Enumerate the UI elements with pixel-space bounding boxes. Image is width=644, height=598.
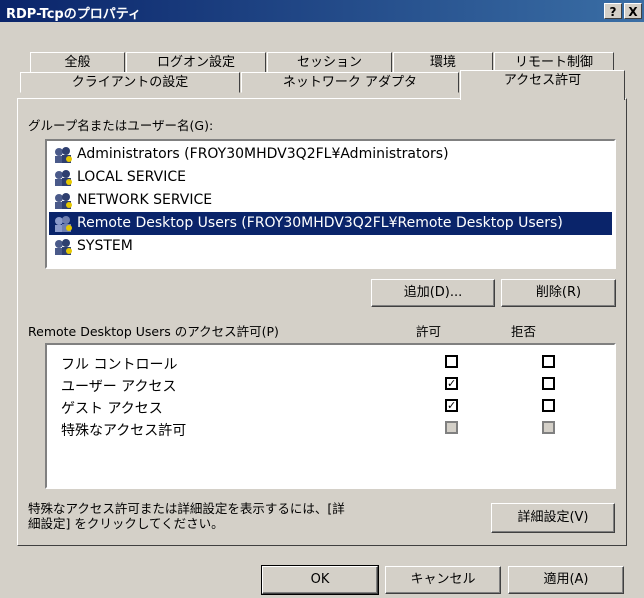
advanced-hint: 特殊なアクセス許可または詳細設定を表示するには、[詳 細設定] をクリックしてく… [28, 501, 345, 531]
group-name: NETWORK SERVICE [77, 192, 213, 208]
help-button[interactable]: ? [604, 3, 622, 19]
list-item[interactable]: LOCAL SERVICE [49, 166, 612, 189]
permission-row: フル コントロール [47, 352, 614, 374]
group-name: Remote Desktop Users (FROY30MHDV3Q2FL¥Re… [77, 215, 563, 231]
allow-checkbox-disabled [445, 421, 458, 434]
permission-name: 特殊なアクセス許可 [61, 423, 187, 439]
tab-general[interactable]: 全般 [30, 52, 125, 73]
list-item[interactable]: NETWORK SERVICE [49, 189, 612, 212]
properties-dialog: RDP-Tcpのプロパティ ? X 全般 ログオン設定 セッション 環境 リモー… [0, 0, 644, 598]
ok-button[interactable]: OK [261, 565, 379, 595]
group-name: LOCAL SERVICE [77, 169, 186, 185]
window-title: RDP-Tcpのプロパティ [6, 7, 141, 22]
user-group-icon [55, 216, 72, 232]
tab-client-settings[interactable]: クライアントの設定 [20, 72, 240, 93]
list-item[interactable]: Administrators (FROY30MHDV3Q2FL¥Administ… [49, 143, 612, 166]
allow-checkbox[interactable]: ✓ [445, 377, 458, 390]
user-group-icon [55, 170, 72, 186]
tab-network-adapter[interactable]: ネットワーク アダプタ [241, 72, 459, 93]
advanced-button[interactable]: 詳細設定(V) [491, 503, 615, 533]
allow-header: 許可 [416, 324, 442, 339]
add-button[interactable]: 追加(D)... [371, 279, 495, 307]
user-group-icon [55, 239, 72, 255]
permissions-list: フル コントロール ユーザー アクセス ✓ ゲスト アクセス ✓ 特殊なアクセス… [45, 343, 616, 489]
remove-button[interactable]: 削除(R) [501, 279, 616, 307]
advanced-hint-line2: 細設定] をクリックしてください。 [28, 516, 224, 531]
allow-checkbox[interactable] [445, 355, 458, 368]
permission-row: ユーザー アクセス ✓ [47, 374, 614, 396]
allow-checkbox[interactable]: ✓ [445, 399, 458, 412]
user-group-icon [55, 193, 72, 209]
list-item-selected[interactable]: Remote Desktop Users (FROY30MHDV3Q2FL¥Re… [49, 212, 612, 235]
permission-name: ユーザー アクセス [61, 379, 177, 395]
deny-checkbox[interactable] [542, 355, 555, 368]
apply-button[interactable]: 適用(A) [508, 566, 624, 594]
deny-checkbox-disabled [542, 421, 555, 434]
advanced-hint-line1: 特殊なアクセス許可または詳細設定を表示するには、[詳 [28, 501, 345, 516]
cancel-button[interactable]: キャンセル [385, 566, 501, 594]
tab-sessions[interactable]: セッション [267, 52, 392, 73]
permissions-label: Remote Desktop Users のアクセス許可(P) [28, 324, 279, 339]
groups-label: グループ名またはユーザー名(G): [28, 118, 214, 133]
permission-row: 特殊なアクセス許可 [47, 418, 614, 440]
group-name: SYSTEM [77, 238, 133, 254]
tab-logon-settings[interactable]: ログオン設定 [126, 52, 266, 73]
list-item[interactable]: SYSTEM [49, 235, 612, 258]
permission-name: ゲスト アクセス [61, 401, 163, 417]
groups-listbox[interactable]: Administrators (FROY30MHDV3Q2FL¥Administ… [45, 139, 616, 269]
deny-checkbox[interactable] [542, 377, 555, 390]
permission-row: ゲスト アクセス ✓ [47, 396, 614, 418]
tab-permissions[interactable]: アクセス許可 [460, 70, 625, 100]
group-name: Administrators (FROY30MHDV3Q2FL¥Administ… [77, 146, 449, 162]
deny-header: 拒否 [511, 324, 537, 339]
close-button[interactable]: X [624, 3, 642, 19]
title-bar: RDP-Tcpのプロパティ ? X [0, 0, 644, 22]
user-group-icon [55, 147, 72, 163]
permission-name: フル コントロール [61, 357, 178, 373]
deny-checkbox[interactable] [542, 399, 555, 412]
permissions-panel: グループ名またはユーザー名(G): Administrators (FROY30… [17, 98, 627, 546]
